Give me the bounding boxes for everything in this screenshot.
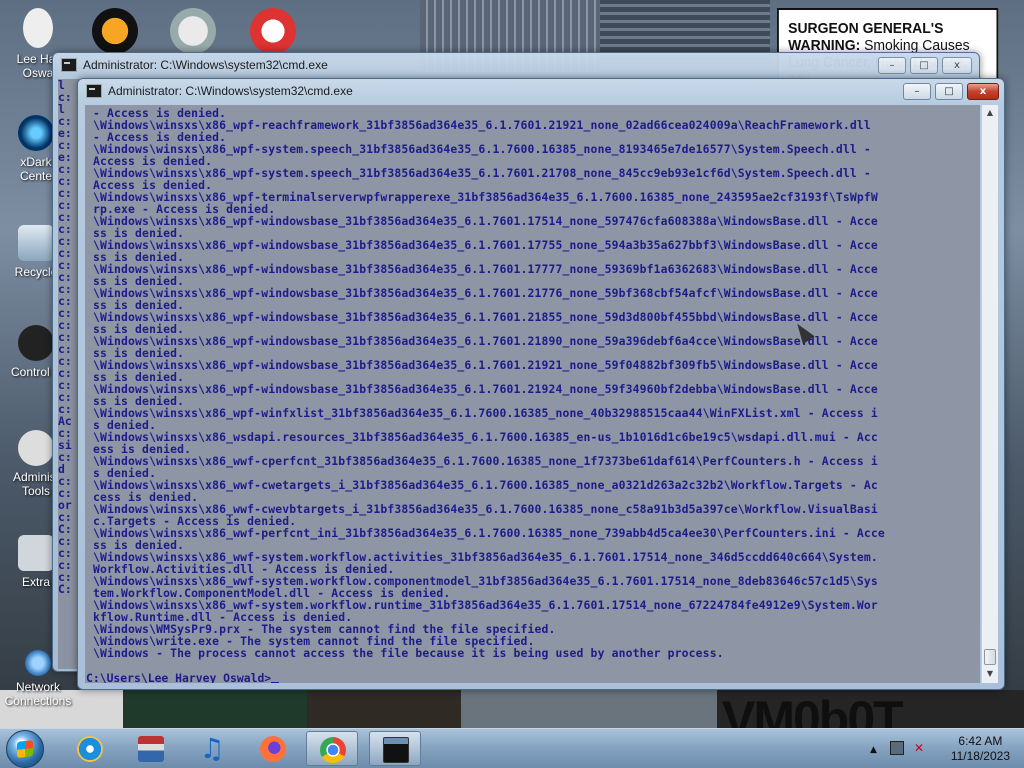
start-button[interactable]: [6, 730, 44, 768]
console-line: \Windows\winsxs\x86_wpf-winfxlist_31bf38…: [86, 406, 878, 420]
minimize-button[interactable]: –: [903, 83, 931, 100]
network-status-icon[interactable]: [890, 741, 904, 755]
app-shortcut-icon[interactable]: [250, 8, 296, 54]
desktop-icon-label: Network Connections: [4, 680, 72, 708]
scrollbar-thumb[interactable]: [984, 649, 996, 665]
windows-logo-icon: [17, 740, 33, 758]
console-line: \Windows\winsxs\x86_wpf-windowsbase_31bf…: [86, 334, 878, 348]
console-line: \Windows - The process cannot access the…: [86, 646, 724, 660]
title-bar[interactable]: Administrator: C:\Windows\system32\cmd.e…: [53, 53, 979, 79]
volume-muted-icon[interactable]: ✕: [914, 741, 928, 755]
taskbar-chrome[interactable]: [306, 731, 358, 766]
close-button[interactable]: x: [967, 83, 999, 100]
clock-time: 6:42 AM: [958, 734, 1003, 748]
console-line: \Windows\winsxs\x86_wpf-windowsbase_31bf…: [86, 358, 878, 372]
console-line: \Windows\winsxs\x86_wpf-system.speech_31…: [86, 166, 871, 180]
text-cursor: [271, 682, 280, 683]
cmd-icon: [86, 84, 102, 98]
winrar-icon: [138, 736, 164, 762]
firefox-icon: [260, 736, 286, 762]
taskbar-cmd[interactable]: [369, 731, 421, 766]
minimize-button[interactable]: –: [878, 57, 906, 74]
extra-icon: [18, 535, 54, 571]
close-button[interactable]: x: [942, 57, 972, 74]
chrome-icon: [320, 737, 346, 763]
background-building: [600, 0, 770, 60]
taskbar: ♫ ▲ ✕ 6:42 AM 11/18/2023: [0, 728, 1024, 768]
admin-tools-icon: [18, 430, 54, 466]
console-line: \Windows\winsxs\x86_wwf-cwetargets_i_31b…: [86, 478, 878, 492]
console-output[interactable]: - Access is denied. \Windows\winsxs\x86_…: [85, 105, 980, 683]
scroll-up-arrow-icon[interactable]: ▲: [984, 106, 996, 120]
taskbar-internet-explorer[interactable]: [64, 731, 116, 766]
network-icon: [25, 650, 51, 676]
console-line: \Windows\winsxs\x86_wwf-perfcnt_ini_31bf…: [86, 526, 885, 540]
console-line: \Windows\winsxs\x86_wpf-system.speech_31…: [86, 142, 871, 156]
recycle-bin-icon: [18, 225, 54, 261]
console-line: \Windows\winsxs\x86_wwf-cperfcnt_31bf385…: [86, 454, 878, 468]
command-prompt[interactable]: C:\Users\Lee Harvey Oswald>: [86, 671, 280, 683]
taskbar-winrar[interactable]: [125, 731, 177, 766]
cmd-window[interactable]: Administrator: C:\Windows\system32\cmd.e…: [77, 78, 1005, 690]
music-note-icon: ♫: [199, 732, 225, 765]
window-title: Administrator: C:\Windows\system32\cmd.e…: [83, 58, 328, 72]
vertical-scrollbar[interactable]: ▲ ▼: [981, 105, 998, 683]
console-line: \Windows\winsxs\x86_wpf-windowsbase_31bf…: [86, 262, 878, 276]
prompt-text: C:\Users\Lee Harvey Oswald>: [86, 671, 272, 683]
scroll-down-arrow-icon[interactable]: ▼: [984, 667, 996, 681]
console-line: \Windows\winsxs\x86_wpf-windowsbase_31bf…: [86, 310, 878, 324]
console-line: \Windows\winsxs\x86_wpf-windowsbase_31bf…: [86, 382, 878, 396]
cmd-icon: [383, 737, 409, 763]
title-bar[interactable]: Administrator: C:\Windows\system32\cmd.e…: [78, 79, 1004, 105]
show-hidden-icons-icon[interactable]: ▲: [870, 745, 877, 755]
user-folder-icon: [23, 8, 53, 48]
clock-date: 11/18/2023: [950, 749, 1010, 763]
console-line: \Windows\winsxs\x86_wsdapi.resources_31b…: [86, 430, 878, 444]
settings-icon[interactable]: [170, 8, 216, 54]
console-line: \Windows\winsxs\x86_wpf-windowsbase_31bf…: [86, 286, 878, 300]
maximize-button[interactable]: □: [910, 57, 938, 74]
console-line: \Windows\winsxs\x86_wpf-windowsbase_31bf…: [86, 238, 878, 252]
clock[interactable]: 6:42 AM 11/18/2023: [951, 734, 1010, 764]
taskbar-music[interactable]: ♫: [186, 731, 238, 766]
console-line: \Windows\winsxs\x86_wpf-windowsbase_31bf…: [86, 214, 878, 228]
maximize-button[interactable]: □: [935, 83, 963, 100]
cmd-icon: [61, 58, 77, 72]
xdark-icon: [18, 115, 54, 151]
taskbar-firefox[interactable]: [247, 731, 299, 766]
window-title: Administrator: C:\Windows\system32\cmd.e…: [108, 84, 353, 98]
control-panel-icon: [18, 325, 54, 361]
internet-explorer-icon: [77, 736, 103, 762]
system-tray: ▲ ✕: [866, 735, 946, 763]
half-life-icon[interactable]: [92, 8, 138, 54]
console-lines: - Access is denied. \Windows\winsxs\x86_…: [86, 107, 980, 659]
